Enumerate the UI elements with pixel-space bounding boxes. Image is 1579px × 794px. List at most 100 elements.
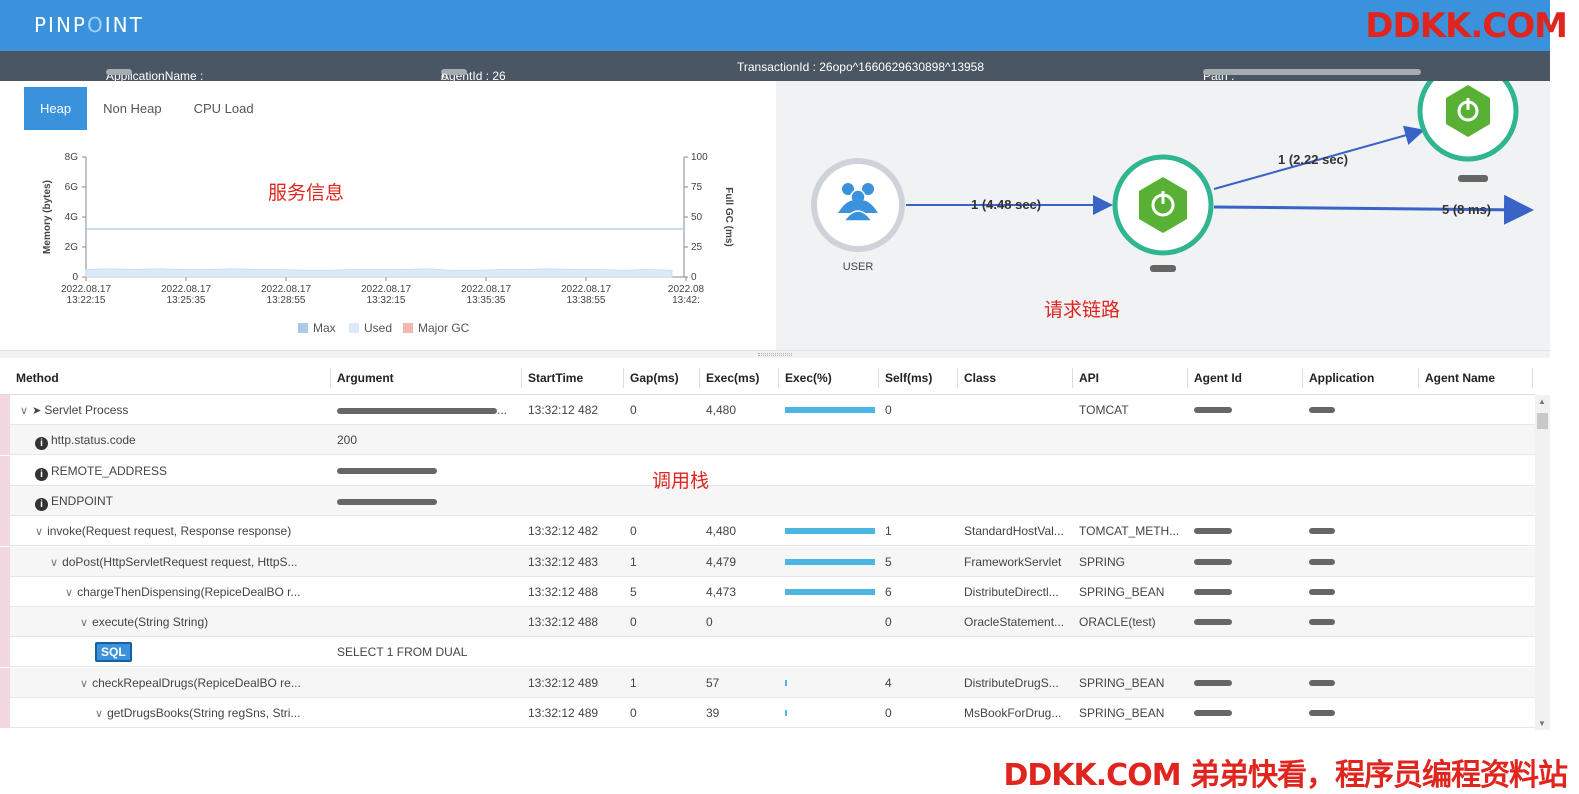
agent-id-blurred [1194, 407, 1232, 413]
column-header-starttime[interactable]: StartTime [528, 371, 583, 385]
column-header-agent-id[interactable]: Agent Id [1194, 371, 1242, 385]
tab-cpu-load[interactable]: CPU Load [178, 87, 270, 130]
start-cell: 13:32:12 488 [528, 584, 599, 599]
start-cell: 13:32:12 482 [528, 403, 599, 417]
method-label: checkRepealDrugs(RepiceDealBO re... [92, 675, 301, 690]
x-tick-date: 2022.08.17 [361, 284, 411, 295]
column-header-exec[interactable]: Exec(%) [785, 371, 832, 385]
column-resizer[interactable] [1532, 368, 1533, 388]
column-resizer[interactable] [699, 368, 700, 388]
api-cell: TOMCAT [1079, 403, 1129, 417]
table-row[interactable]: ∨ doPost(HttpServletRequest request, Http… [0, 546, 1535, 577]
method-cell: ∨ doPost(HttpServletRequest request, Http… [50, 555, 298, 569]
y-tick-label: 6G [65, 182, 79, 193]
argument-cell: SELECT 1 FROM DUAL [337, 645, 467, 659]
column-resizer[interactable] [778, 368, 779, 388]
self-cell: 6 [885, 584, 892, 599]
self-cell: 0 [885, 706, 892, 720]
column-header-agent-name[interactable]: Agent Name [1425, 371, 1495, 385]
column-header-gap-ms[interactable]: Gap(ms) [630, 371, 679, 385]
table-row[interactable]: ∨ invoke(Request request, Response respon… [0, 516, 1535, 547]
column-resizer[interactable] [1187, 368, 1188, 388]
column-resizer[interactable] [330, 368, 331, 388]
column-header-api[interactable]: API [1079, 371, 1099, 385]
exec-cell: 4,479 [706, 554, 737, 569]
table-row[interactable]: SQL SELECT 1 FROM DUAL [0, 637, 1535, 668]
table-row[interactable]: i REMOTE_ADDRESS [0, 455, 1535, 486]
legend-label: Max [313, 321, 336, 335]
row-marker [0, 395, 10, 425]
chevron-down-icon[interactable]: ∨ [35, 525, 43, 538]
table-row[interactable]: ∨ chargeThenDispensing(RepiceDealBO r... 1… [0, 576, 1535, 607]
column-resizer[interactable] [878, 368, 879, 388]
tab-heap[interactable]: Heap [24, 87, 88, 130]
panel-splitter[interactable] [0, 350, 1550, 358]
table-row[interactable]: ∨ getDrugsBooks(String regSns, Stri... 13:… [0, 698, 1535, 728]
info-icon: i [35, 467, 48, 481]
argument-blurred [337, 468, 437, 475]
chevron-down-icon[interactable]: ∨ [95, 707, 103, 720]
user-node[interactable]: USER [811, 158, 905, 273]
method-cell: i http.status.code [35, 433, 136, 451]
api-cell: SPRING_BEAN [1079, 675, 1165, 690]
app-node[interactable] [1112, 154, 1214, 272]
grid-scrollbar[interactable]: ▲ ▼ [1535, 395, 1550, 730]
argument-blurred [337, 407, 497, 414]
table-row[interactable]: ∨ execute(String String) 13:32:12 488 0 0 0 Or… [0, 607, 1535, 638]
x-tick-time: 13:32:15 [367, 295, 406, 306]
scroll-down-icon[interactable]: ▼ [1538, 719, 1546, 728]
column-header-application[interactable]: Application [1309, 371, 1374, 385]
table-row[interactable]: i http.status.code 200 [0, 425, 1535, 456]
scroll-up-icon[interactable]: ▲ [1538, 397, 1546, 406]
class-cell: DistributeDrugS... [964, 675, 1059, 690]
column-header-method[interactable]: Method [16, 371, 59, 385]
method-label: REMOTE_ADDRESS [51, 463, 168, 478]
column-header-class[interactable]: Class [964, 371, 996, 385]
tab-non-heap[interactable]: Non Heap [87, 87, 178, 130]
self-cell: 0 [885, 403, 892, 417]
agent-id-blurred [1194, 588, 1232, 595]
row-marker [0, 667, 10, 698]
column-header-self-ms[interactable]: Self(ms) [885, 371, 932, 385]
table-row[interactable]: ∨ ➤ Servlet Process... 13:32:12 482 0 4,480 0… [0, 395, 1535, 425]
column-resizer[interactable] [623, 368, 624, 388]
x-tick-date: 2022.08.17 [561, 284, 611, 295]
row-marker [0, 546, 10, 577]
chevron-down-icon[interactable]: ∨ [50, 556, 58, 569]
column-resizer[interactable] [1418, 368, 1419, 388]
chevron-down-icon[interactable]: ∨ [20, 404, 28, 417]
row-marker [0, 576, 10, 607]
method-label: doPost(HttpServletRequest request, HttpS… [62, 554, 298, 569]
scroll-thumb[interactable] [1537, 413, 1548, 429]
y-tick-label: 4G [65, 212, 79, 223]
legend-swatch[interactable] [349, 323, 359, 333]
method-label: ENDPOINT [51, 493, 114, 508]
legend-swatch[interactable] [403, 323, 413, 333]
sql-badge[interactable]: SQL [95, 642, 132, 663]
splitter-grip-icon[interactable] [758, 353, 792, 356]
table-row[interactable]: ∨ checkRepealDrugs(RepiceDealBO re... 13:3… [0, 667, 1535, 698]
x-tick-date: 2022.08.17 [161, 284, 211, 295]
legend-swatch[interactable] [298, 323, 308, 333]
chevron-down-icon[interactable]: ∨ [65, 586, 73, 599]
application-blurred [1309, 588, 1335, 595]
downstream-node-upper[interactable] [1417, 60, 1519, 182]
heap-chart: 8G 6G 4G 2G 0 100 75 50 25 0 Memory (bytes) Full GC… [42, 152, 734, 335]
method-label: http.status.code [51, 433, 136, 448]
column-header-argument[interactable]: Argument [337, 371, 394, 385]
column-resizer[interactable] [521, 368, 522, 388]
pinpoint-logo[interactable]: PINPOINT [34, 13, 144, 37]
column-resizer[interactable] [957, 368, 958, 388]
chevron-down-icon[interactable]: ∨ [80, 677, 88, 690]
table-row[interactable]: i ENDPOINT [0, 485, 1535, 516]
application-blurred [1309, 407, 1335, 413]
chevron-down-icon[interactable]: ∨ [80, 616, 88, 629]
argument-cell: 200 [337, 433, 357, 447]
column-resizer[interactable] [1302, 368, 1303, 388]
exec-cell: 0 [706, 615, 713, 630]
x-tick-time: 13:25:35 [167, 295, 206, 306]
column-resizer[interactable] [1072, 368, 1073, 388]
column-header-exec-ms[interactable]: Exec(ms) [706, 371, 759, 385]
y-tick-label: 2G [65, 242, 79, 253]
class-cell: OracleStatement... [964, 615, 1065, 630]
